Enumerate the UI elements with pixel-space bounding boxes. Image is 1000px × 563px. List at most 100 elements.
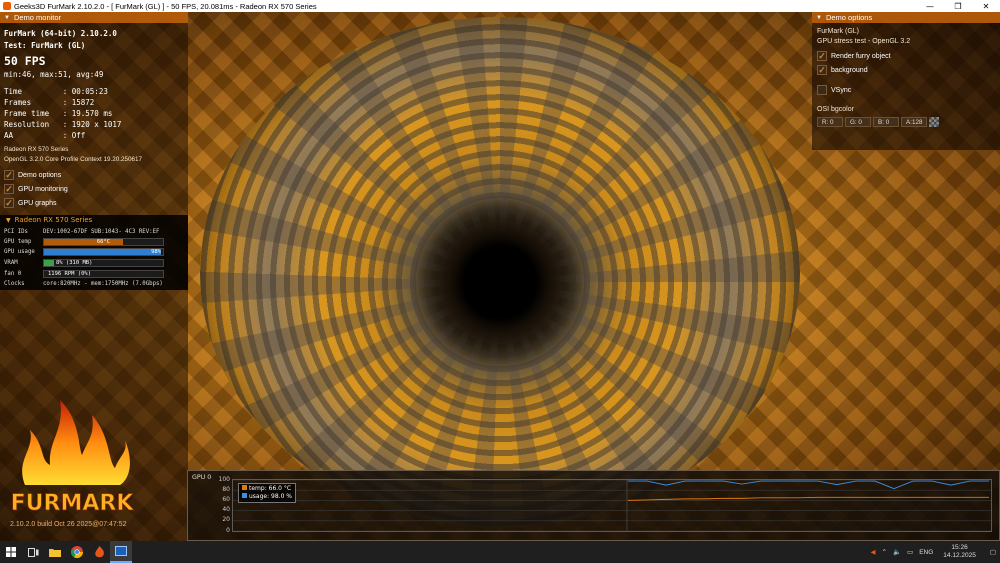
options-test-name: FurMark (GL) — [817, 28, 859, 35]
fan-value: 1196 RPM (0%) — [48, 271, 92, 277]
resolution-row: Resolution : 1920 x 1017 — [4, 120, 122, 129]
gpu-monitoring-checkbox[interactable]: ✓ GPU monitoring — [4, 184, 68, 194]
task-view-button[interactable] — [22, 541, 44, 563]
demo-monitor-header[interactable]: ▼ Demo monitor — [0, 12, 188, 23]
fps-stats: min:46, max:51, avg:49 — [4, 70, 104, 79]
temp-series-line — [627, 496, 990, 501]
opengl-version: OpenGL 3.2.0 Core Profile Context 19.20.… — [4, 156, 143, 163]
color-swatch[interactable] — [929, 117, 939, 127]
minimize-button[interactable]: — — [916, 0, 944, 12]
y-tick-label: 80 — [222, 486, 230, 493]
demo-options-title: Demo options — [825, 13, 873, 22]
legend-usage: usage: 98.0 % — [242, 493, 292, 501]
checkmark-icon: ✓ — [5, 183, 13, 194]
legend-temp-swatch — [242, 485, 247, 490]
file-explorer-button[interactable] — [44, 541, 66, 563]
frame-time-row: Frame time : 19.570 ms — [4, 109, 113, 118]
chrome-button[interactable] — [66, 541, 88, 563]
language-indicator[interactable]: ENG — [919, 549, 933, 556]
gpu-name: Radeon RX 570 Series — [4, 146, 69, 153]
b-input[interactable]: B: 0 — [873, 117, 899, 127]
folder-icon — [49, 549, 61, 557]
test-name: Test: FurMark (GL) — [4, 41, 86, 50]
demo-options-panel: ▼ Demo options FurMark (GL) GPU stress t… — [812, 12, 1000, 150]
a-input[interactable]: A:128 — [901, 117, 927, 127]
notification-flag-icon[interactable]: ◀ — [871, 548, 876, 556]
close-button[interactable]: ✕ — [972, 0, 1000, 12]
aa-row: AA : Off — [4, 131, 86, 140]
collapse-triangle-icon: ▼ — [6, 216, 11, 224]
checkbox-label: Demo options — [18, 171, 62, 179]
y-tick-label: 20 — [222, 516, 230, 523]
vram-bar: 8% (310 MB) — [43, 259, 164, 267]
build-info: 2.10.2.0 build Oct 26 2025@07:47:52 — [10, 521, 127, 528]
gpu-graph-plot — [232, 479, 992, 532]
demo-options-checkbox[interactable]: ✓ Demo options — [4, 170, 61, 180]
title-bar: Geeks3D FurMark 2.10.2.0 - [ FurMark (GL… — [0, 0, 1000, 12]
maximize-button[interactable]: ❐ — [944, 0, 972, 12]
flame-icon — [94, 546, 104, 558]
vram-label: VRAM — [4, 260, 18, 266]
y-tick-label: 60 — [222, 496, 230, 503]
taskbar: ◀ ⌃ 🔈 ▭ ENG 15:26 14.12.2025 ▢ — [0, 541, 1000, 563]
time-row: Time : 00:05:23 — [4, 87, 108, 96]
chrome-icon — [71, 546, 83, 558]
app-version: FurMark (64-bit) 2.10.2.0 — [4, 29, 117, 38]
legend-usage-label: usage: 98.0 % — [249, 493, 293, 500]
gpu-graph-panel: GPU 0 100 80 60 40 20 0 temp: 66.0 °C us… — [187, 470, 1000, 541]
clocks-label: Clocks — [4, 281, 25, 287]
checkmark-icon: ✓ — [818, 50, 826, 61]
r-input[interactable]: R: 0 — [817, 117, 843, 127]
y-tick-label: 100 — [218, 476, 230, 483]
y-tick-label: 0 — [226, 527, 230, 534]
demo-monitor-title: Demo monitor — [13, 13, 62, 22]
checkbox-label: GPU monitoring — [18, 185, 68, 193]
g-input[interactable]: G: 0 — [845, 117, 871, 127]
clock[interactable]: 15:26 14.12.2025 — [943, 544, 976, 560]
window-title: Geeks3D FurMark 2.10.2.0 - [ FurMark (GL… — [14, 1, 317, 11]
network-icon[interactable]: ▭ — [907, 548, 913, 556]
fan-label: fan 0 — [4, 271, 22, 277]
pci-value: DEV:1002-67DF SUB:1043- 4C3 REV:EF — [43, 229, 160, 235]
legend-usage-swatch — [242, 493, 247, 498]
checkmark-icon: ✓ — [5, 197, 13, 208]
collapse-triangle-icon: ▼ — [816, 14, 822, 21]
gpu-temp-bar: 66°C — [43, 238, 164, 246]
gpu-monitor-title: Radeon RX 570 Series — [14, 216, 93, 224]
usage-series-line — [627, 480, 990, 490]
clocks-value: core:820MHz - mem:1750MHz (7.0Gbps) — [43, 281, 163, 287]
gpu-usage-value: 98% — [151, 249, 161, 255]
start-button[interactable] — [0, 541, 22, 563]
y-tick-label: 40 — [222, 506, 230, 513]
logo-text: FURMARK — [11, 491, 135, 516]
gpu-monitor-panel: PCI IDs DEV:1002-67DF SUB:1043- 4C3 REV:… — [0, 225, 188, 290]
vsync-checkbox[interactable]: VSync — [817, 85, 851, 95]
background-checkbox[interactable]: ✓ background — [817, 65, 868, 75]
task-view-icon — [27, 547, 38, 557]
gpu-monitor-header[interactable]: ▼ Radeon RX 570 Series — [0, 215, 188, 225]
windows-icon — [6, 547, 16, 557]
checkmark-icon: ✓ — [818, 64, 826, 75]
gpu-graphs-checkbox[interactable]: ✓ GPU graphs — [4, 198, 57, 208]
checkbox-label: Render furry object — [831, 52, 891, 60]
checkbox-label: VSync — [831, 86, 852, 94]
speaker-icon[interactable]: 🔈 — [893, 548, 901, 556]
clock-time: 15:26 — [951, 544, 968, 551]
notifications-icon[interactable]: ▢ — [990, 548, 996, 556]
gpu-usage-bar: 98% — [43, 248, 164, 256]
furmark-flame-logo: FURMARK — [10, 400, 135, 516]
active-window-button[interactable] — [110, 541, 132, 563]
checkbox-label: GPU graphs — [18, 199, 57, 207]
frames-row: Frames : 15872 — [4, 98, 95, 107]
osi-bgcolor-label: OSI bgcolor — [817, 106, 854, 113]
render-furry-checkbox[interactable]: ✓ Render furry object — [817, 51, 891, 61]
gpu-temp-value: 66°C — [96, 239, 111, 245]
demo-options-header[interactable]: ▼ Demo options — [812, 12, 1000, 23]
chevron-up-icon[interactable]: ⌃ — [882, 548, 887, 556]
furry-donut-object — [200, 17, 800, 527]
window-app-icon — [115, 546, 127, 556]
fan-bar: 1196 RPM (0%) — [43, 270, 164, 278]
clock-date: 14.12.2025 — [943, 552, 976, 559]
gpu-usage-label: GPU usage — [4, 249, 35, 255]
furmark-taskbar-button[interactable] — [88, 541, 110, 563]
